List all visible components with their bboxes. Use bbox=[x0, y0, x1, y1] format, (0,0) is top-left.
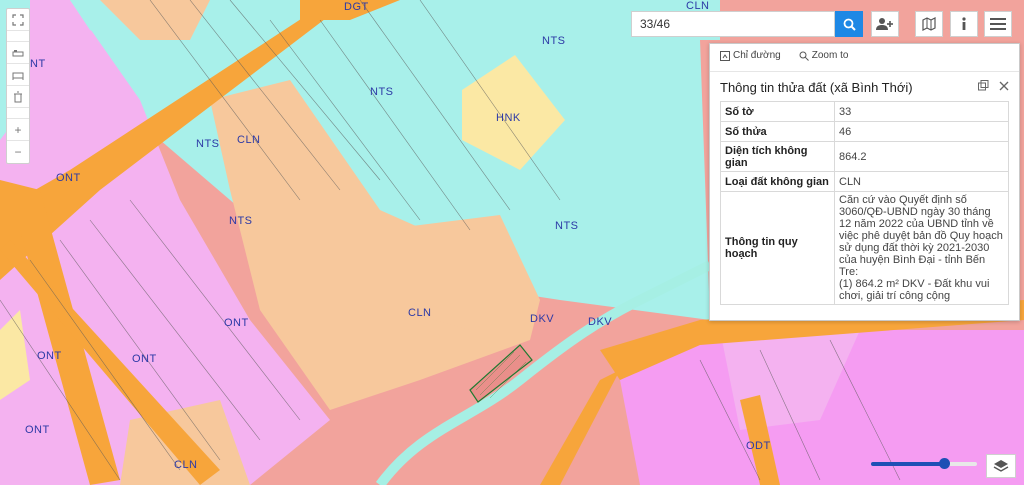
zoom-to-button[interactable]: Zoom to bbox=[799, 50, 849, 61]
map-label: CLN bbox=[237, 134, 261, 146]
map-label: ONT bbox=[132, 353, 157, 365]
row-value: (1) 864.2 m² DKV - Đất khu vui chơi, giả… bbox=[834, 278, 1009, 305]
directions-label: Chỉ đường bbox=[733, 50, 781, 61]
map-label: NTS bbox=[555, 220, 579, 232]
zoom-in-button[interactable]: + bbox=[7, 119, 29, 141]
row-value: Căn cứ vào Quyết định số 3060/QĐ-UBND ng… bbox=[834, 191, 1009, 278]
info-button[interactable] bbox=[950, 11, 978, 37]
map-label: NTS bbox=[370, 86, 394, 98]
map-label: DGT bbox=[344, 1, 369, 13]
map-label: CLN bbox=[174, 459, 198, 471]
table-row: Thông tin quy hoạch Căn cứ vào Quyết địn… bbox=[720, 191, 1009, 305]
trash-icon[interactable] bbox=[7, 86, 29, 108]
map-icon bbox=[922, 17, 936, 31]
table-row: Diện tích không gian 864.2 bbox=[720, 141, 1009, 172]
map-label: ONT bbox=[25, 424, 50, 436]
map-label: HNK bbox=[496, 112, 521, 124]
fullscreen-icon[interactable] bbox=[7, 9, 29, 31]
map-label: NTS bbox=[542, 35, 566, 47]
row-value: 33 bbox=[834, 101, 1009, 122]
bed-icon[interactable] bbox=[7, 64, 29, 86]
map-label: ONT bbox=[224, 317, 249, 329]
parcel-info-table: Số tờ 33 Số thửa 46 Diện tích không gian… bbox=[720, 101, 1009, 305]
slider-fill bbox=[871, 462, 945, 466]
directions-button[interactable]: Chỉ đường bbox=[720, 50, 781, 61]
map-label: CLN bbox=[408, 307, 432, 319]
row-value: 864.2 bbox=[834, 141, 1009, 172]
bed-icon[interactable] bbox=[7, 42, 29, 64]
panel-actions: Chỉ đường Zoom to bbox=[720, 50, 848, 61]
row-value: CLN bbox=[834, 171, 1009, 192]
layers-button[interactable] bbox=[986, 454, 1016, 478]
add-user-icon bbox=[876, 18, 893, 30]
zoom-slider[interactable] bbox=[871, 458, 977, 469]
directions-icon bbox=[720, 50, 730, 61]
restore-icon[interactable] bbox=[978, 79, 989, 94]
slider-thumb[interactable] bbox=[939, 458, 951, 469]
search-input[interactable] bbox=[631, 11, 835, 37]
toolbar-divider bbox=[7, 108, 29, 119]
panel-divider bbox=[710, 71, 1019, 72]
table-row: Số tờ 33 bbox=[720, 101, 1009, 122]
search-button[interactable] bbox=[835, 11, 863, 37]
row-key: Số tờ bbox=[720, 101, 835, 122]
map-button[interactable] bbox=[915, 11, 943, 37]
add-user-button[interactable] bbox=[871, 11, 899, 37]
row-key: Diện tích không gian bbox=[720, 141, 835, 172]
map-label: NTS bbox=[196, 138, 220, 150]
row-key: Loại đất không gian bbox=[720, 171, 835, 192]
row-value: 46 bbox=[834, 121, 1009, 142]
map-label: ODT bbox=[746, 440, 771, 452]
map-label: NTS bbox=[229, 215, 253, 227]
close-icon[interactable] bbox=[999, 79, 1009, 94]
toolbar-divider bbox=[7, 31, 29, 42]
map-label: DKV bbox=[588, 316, 613, 328]
map-toolbar: + − bbox=[6, 8, 30, 164]
search-icon bbox=[843, 18, 856, 31]
menu-button[interactable] bbox=[984, 11, 1012, 37]
row-key: Thông tin quy hoạch bbox=[720, 191, 835, 305]
map-label: ONT bbox=[56, 172, 81, 184]
row-key: Số thửa bbox=[720, 121, 835, 142]
map-label: NT bbox=[30, 58, 46, 70]
table-row: Số thửa 46 bbox=[720, 121, 1009, 142]
menu-icon bbox=[990, 18, 1006, 30]
map-label: DKV bbox=[530, 313, 555, 325]
layers-icon bbox=[993, 460, 1009, 472]
zoom-to-label: Zoom to bbox=[811, 50, 849, 61]
parcel-info-panel: Chỉ đường Zoom to Thông tin thửa đất (xã… bbox=[709, 43, 1020, 321]
zoom-out-button[interactable]: − bbox=[7, 141, 29, 163]
panel-title: Thông tin thửa đất (xã Bình Thới) bbox=[720, 80, 913, 95]
table-row: Loại đất không gian CLN bbox=[720, 171, 1009, 192]
info-icon bbox=[962, 17, 966, 30]
zoom-icon bbox=[799, 51, 809, 61]
map-label: ONT bbox=[37, 350, 62, 362]
